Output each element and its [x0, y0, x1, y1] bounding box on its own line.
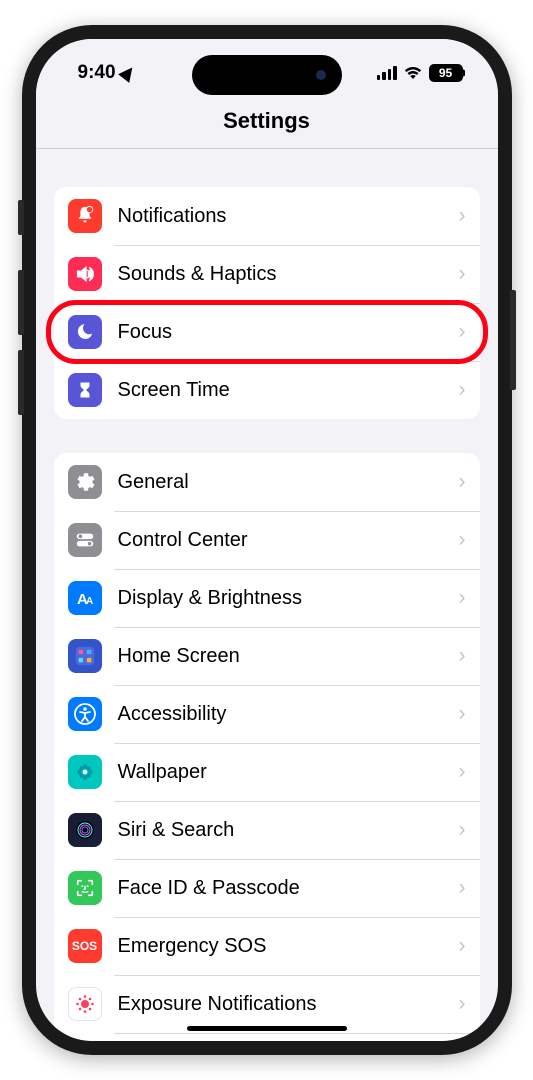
- hourglass-icon: [68, 373, 102, 407]
- dynamic-island: [192, 55, 342, 95]
- battery-indicator: 95: [429, 64, 463, 82]
- chevron-right-icon: ›: [459, 586, 466, 610]
- face-id-icon: [68, 871, 102, 905]
- row-label: Notifications: [118, 205, 443, 228]
- page-title: Settings: [36, 94, 498, 149]
- battery-percentage: 95: [439, 66, 452, 80]
- screen: 9:40 95 Settings: [36, 39, 498, 1041]
- settings-row-battery[interactable]: Battery ›: [54, 1033, 480, 1041]
- row-label: Control Center: [118, 529, 443, 552]
- home-indicator[interactable]: [187, 1026, 347, 1032]
- status-time: 9:40: [78, 62, 116, 84]
- chevron-right-icon: ›: [459, 644, 466, 668]
- row-label: Face ID & Passcode: [118, 877, 443, 900]
- row-label: Siri & Search: [118, 819, 443, 842]
- power-button: [510, 290, 516, 390]
- chevron-right-icon: ›: [459, 262, 466, 286]
- chevron-right-icon: ›: [459, 760, 466, 784]
- settings-row-display[interactable]: AA Display & Brightness ›: [54, 569, 480, 627]
- settings-row-focus[interactable]: Focus ›: [54, 303, 480, 361]
- svg-text:A: A: [86, 596, 93, 607]
- settings-list[interactable]: Notifications › Sounds & Haptics › Focus: [36, 149, 498, 1041]
- row-label: Exposure Notifications: [118, 993, 443, 1016]
- row-label: Emergency SOS: [118, 935, 443, 958]
- settings-row-notifications[interactable]: Notifications ›: [54, 187, 480, 245]
- status-left: 9:40: [78, 62, 135, 84]
- mute-switch: [18, 200, 24, 235]
- row-label: General: [118, 471, 443, 494]
- gear-icon: [68, 465, 102, 499]
- chevron-right-icon: ›: [459, 378, 466, 402]
- flower-icon: [68, 755, 102, 789]
- moon-icon: [68, 315, 102, 349]
- text-size-icon: AA: [68, 581, 102, 615]
- settings-row-emergency-sos[interactable]: SOS Emergency SOS ›: [54, 917, 480, 975]
- phone-frame: 9:40 95 Settings: [22, 25, 512, 1055]
- chevron-right-icon: ›: [459, 470, 466, 494]
- settings-row-home-screen[interactable]: Home Screen ›: [54, 627, 480, 685]
- settings-group-1: Notifications › Sounds & Haptics › Focus: [54, 187, 480, 419]
- chevron-right-icon: ›: [459, 818, 466, 842]
- wifi-icon: [403, 65, 423, 81]
- settings-row-screen-time[interactable]: Screen Time ›: [54, 361, 480, 419]
- row-label: Wallpaper: [118, 761, 443, 784]
- settings-group-2: General › Control Center › AA Display & …: [54, 453, 480, 1041]
- chevron-right-icon: ›: [459, 934, 466, 958]
- row-label: Display & Brightness: [118, 587, 443, 610]
- settings-row-accessibility[interactable]: Accessibility ›: [54, 685, 480, 743]
- location-icon: [118, 63, 138, 83]
- settings-row-wallpaper[interactable]: Wallpaper ›: [54, 743, 480, 801]
- row-label: Screen Time: [118, 379, 443, 402]
- volume-up-button: [18, 270, 24, 335]
- settings-row-face-id[interactable]: Face ID & Passcode ›: [54, 859, 480, 917]
- chevron-right-icon: ›: [459, 876, 466, 900]
- speaker-icon: [68, 257, 102, 291]
- chevron-right-icon: ›: [459, 204, 466, 228]
- cellular-signal-icon: [377, 66, 397, 80]
- row-label: Accessibility: [118, 703, 443, 726]
- settings-row-sounds[interactable]: Sounds & Haptics ›: [54, 245, 480, 303]
- sos-icon: SOS: [68, 929, 102, 963]
- settings-row-control-center[interactable]: Control Center ›: [54, 511, 480, 569]
- chevron-right-icon: ›: [459, 702, 466, 726]
- switches-icon: [68, 523, 102, 557]
- exposure-icon: [68, 987, 102, 1021]
- volume-down-button: [18, 350, 24, 415]
- settings-row-general[interactable]: General ›: [54, 453, 480, 511]
- row-label: Home Screen: [118, 645, 443, 668]
- chevron-right-icon: ›: [459, 992, 466, 1016]
- siri-icon: [68, 813, 102, 847]
- chevron-right-icon: ›: [459, 528, 466, 552]
- row-label: Focus: [118, 321, 443, 344]
- bell-badge-icon: [68, 199, 102, 233]
- row-label: Sounds & Haptics: [118, 263, 443, 286]
- chevron-right-icon: ›: [459, 320, 466, 344]
- settings-row-exposure[interactable]: Exposure Notifications ›: [54, 975, 480, 1033]
- status-right: 95: [377, 64, 463, 82]
- accessibility-icon: [68, 697, 102, 731]
- settings-row-siri[interactable]: Siri & Search ›: [54, 801, 480, 859]
- grid-icon: [68, 639, 102, 673]
